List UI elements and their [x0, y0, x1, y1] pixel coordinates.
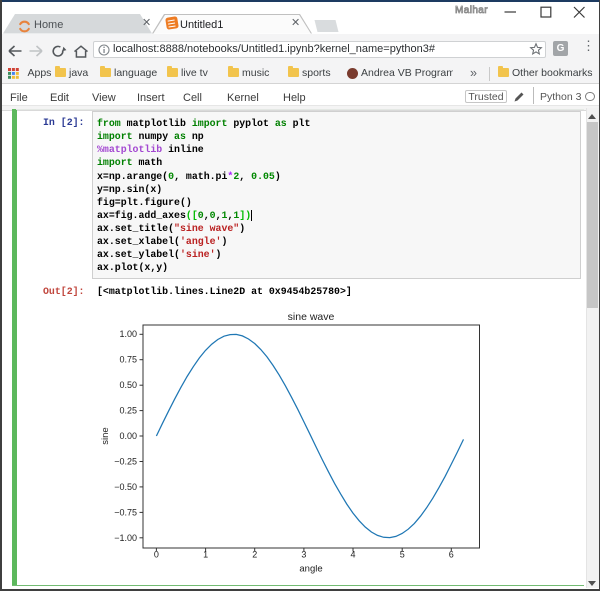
- svg-text:angle: angle: [299, 564, 322, 575]
- svg-text:4: 4: [350, 550, 355, 560]
- svg-text:−0.50: −0.50: [114, 482, 137, 492]
- svg-text:0.50: 0.50: [119, 380, 137, 390]
- svg-text:5: 5: [400, 550, 405, 560]
- svg-text:2: 2: [252, 550, 257, 560]
- svg-text:1: 1: [203, 550, 208, 560]
- svg-text:6: 6: [449, 550, 454, 560]
- svg-text:0.75: 0.75: [119, 355, 137, 365]
- svg-text:sine: sine: [100, 427, 111, 444]
- svg-text:0.00: 0.00: [119, 431, 137, 441]
- svg-text:0: 0: [154, 550, 159, 560]
- svg-text:−0.25: −0.25: [114, 457, 137, 467]
- svg-text:3: 3: [301, 550, 306, 560]
- svg-text:−0.75: −0.75: [114, 507, 137, 517]
- svg-text:sine wave: sine wave: [288, 311, 335, 323]
- svg-text:1.00: 1.00: [119, 329, 137, 339]
- svg-text:−1.00: −1.00: [114, 533, 137, 543]
- svg-text:0.25: 0.25: [119, 406, 137, 416]
